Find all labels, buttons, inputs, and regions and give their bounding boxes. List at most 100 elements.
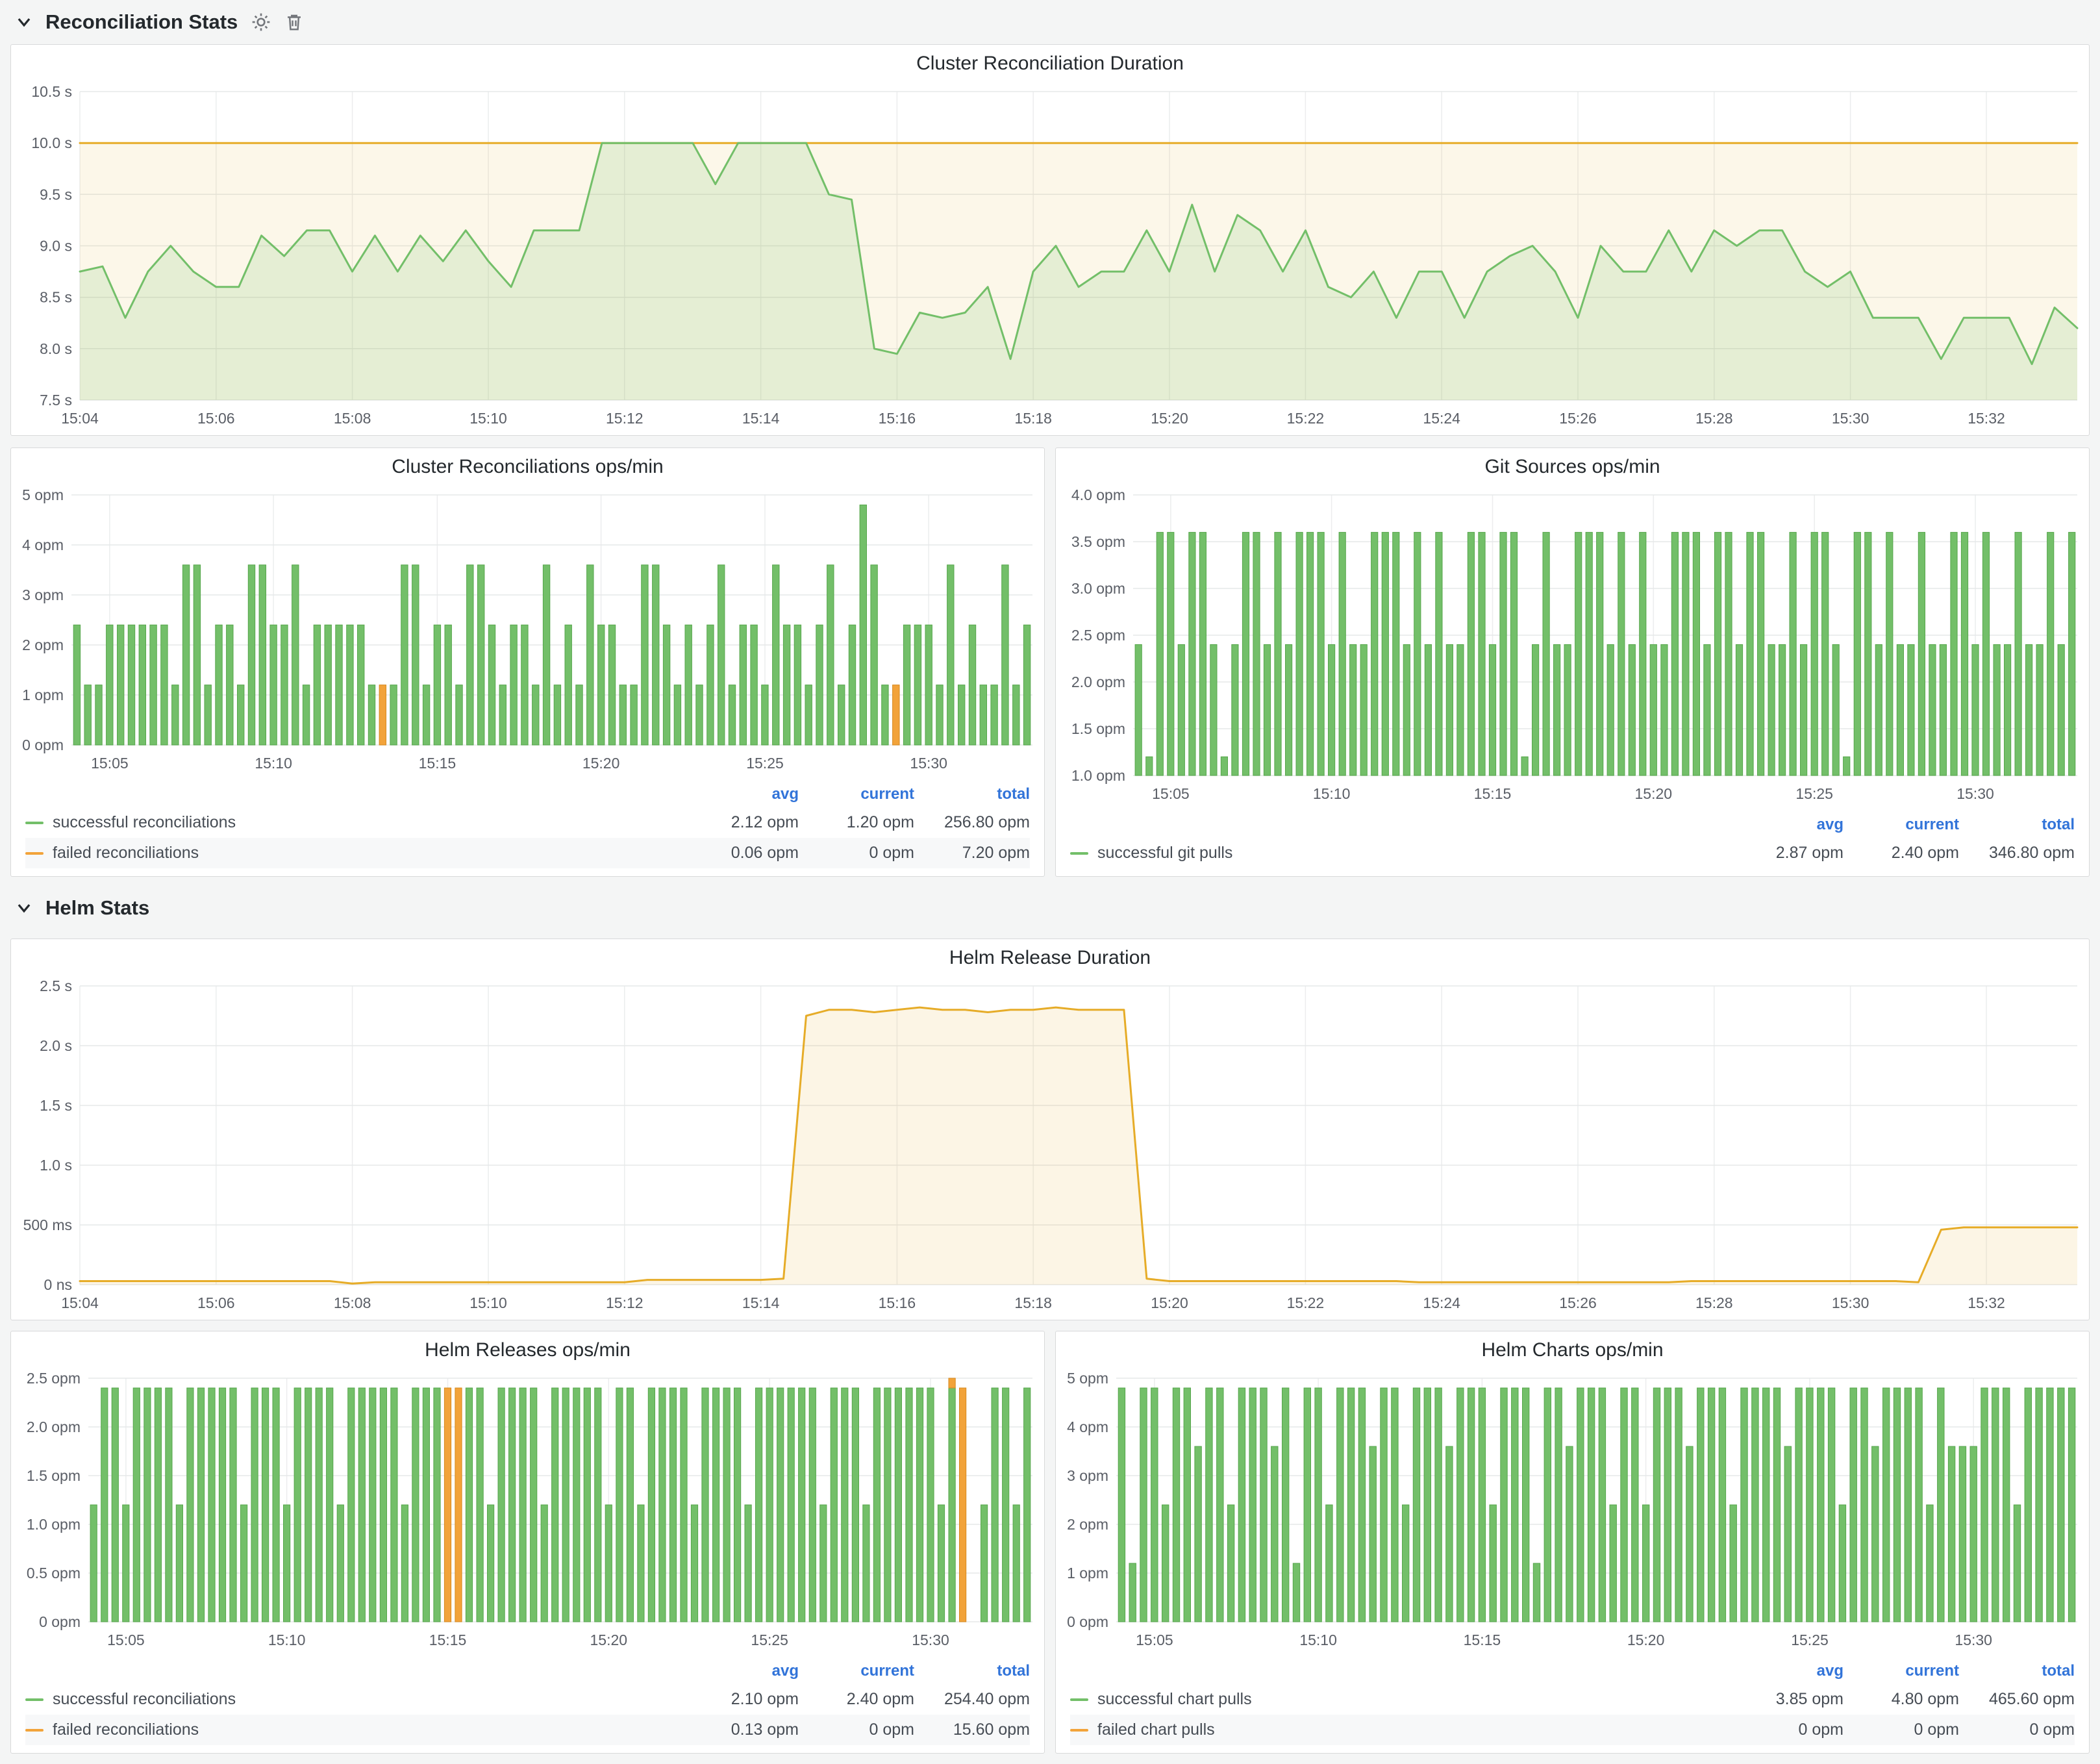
legend-col-current[interactable]: current [1844, 1662, 1959, 1680]
legend-col-total[interactable]: total [914, 1662, 1030, 1680]
gear-icon[interactable] [251, 12, 271, 32]
svg-text:15:25: 15:25 [1795, 785, 1833, 802]
chevron-down-icon[interactable] [16, 14, 32, 31]
svg-text:15:05: 15:05 [1152, 785, 1190, 802]
panel-title[interactable]: Cluster Reconciliation Duration [11, 45, 2089, 82]
series-color-mark [1070, 852, 1088, 855]
series-label[interactable]: successful reconciliations [53, 813, 236, 832]
legend-avg-value: 2.12 opm [683, 813, 799, 832]
legend-total-value: 0 opm [1959, 1720, 2075, 1739]
svg-text:2.5 opm: 2.5 opm [1071, 627, 1125, 644]
svg-text:15:15: 15:15 [1464, 1632, 1501, 1648]
legend-row: failed reconciliations 0.13 opm 0 opm 15… [25, 1715, 1030, 1745]
svg-text:15:20: 15:20 [590, 1632, 628, 1648]
legend-row: failed reconciliations 0.06 opm 0 opm 7.… [25, 838, 1030, 868]
row-header-helm-stats: Helm Stats [10, 877, 2090, 939]
svg-text:15:25: 15:25 [1791, 1632, 1829, 1648]
legend-header: avg current total [1070, 1658, 2075, 1684]
legend-col-current[interactable]: current [1844, 816, 1959, 834]
svg-text:15:25: 15:25 [751, 1632, 788, 1648]
row-header-reconciliation-stats: Reconciliation Stats [10, 0, 2090, 44]
panel-title[interactable]: Helm Charts ops/min [1056, 1331, 2089, 1369]
panel-title[interactable]: Helm Releases ops/min [11, 1331, 1044, 1369]
legend-col-avg[interactable]: avg [1728, 816, 1844, 834]
svg-text:10.5 s: 10.5 s [31, 83, 72, 100]
chart-git-sources-ops[interactable]: 15:0515:1015:1515:2015:2515:304.0 opm3.5… [1056, 486, 2089, 811]
svg-text:15:30: 15:30 [912, 1632, 949, 1648]
legend-col-total[interactable]: total [1959, 1662, 2075, 1680]
legend-current-value: 2.40 opm [1844, 844, 1959, 863]
svg-text:3 opm: 3 opm [1067, 1467, 1108, 1484]
legend-current-value: 0 opm [799, 844, 914, 863]
svg-text:0 ns: 0 ns [44, 1276, 72, 1293]
chart-cluster-reconciliations-ops[interactable]: 15:0515:1015:1515:2015:2515:305 opm4 opm… [11, 486, 1044, 780]
trash-icon[interactable] [284, 12, 304, 32]
legend-row: successful reconciliations 2.12 opm 1.20… [25, 807, 1030, 838]
svg-text:1.0 opm: 1.0 opm [27, 1516, 81, 1533]
legend-avg-value: 0.13 opm [683, 1720, 799, 1739]
svg-text:2.5 opm: 2.5 opm [27, 1370, 81, 1387]
chart-helm-releases-ops[interactable]: 15:0515:1015:1515:2015:2515:302.5 opm2.0… [11, 1369, 1044, 1657]
svg-text:15:10: 15:10 [255, 755, 292, 772]
svg-text:15:10: 15:10 [469, 410, 507, 427]
svg-text:15:16: 15:16 [879, 410, 916, 427]
chevron-down-icon[interactable] [16, 900, 32, 916]
panel-title[interactable]: Helm Release Duration [11, 939, 2089, 977]
panel-title[interactable]: Cluster Reconciliations ops/min [11, 448, 1044, 486]
legend-current-value: 2.40 opm [799, 1690, 914, 1709]
legend-col-current[interactable]: current [799, 785, 914, 803]
legend-current-value: 0 opm [1844, 1720, 1959, 1739]
legend-total-value: 465.60 opm [1959, 1690, 2075, 1709]
svg-text:15:28: 15:28 [1695, 1294, 1733, 1311]
svg-text:4 opm: 4 opm [22, 536, 64, 553]
svg-text:7.5 s: 7.5 s [40, 392, 72, 409]
legend-col-avg[interactable]: avg [683, 1662, 799, 1680]
series-label[interactable]: successful git pulls [1097, 844, 1232, 863]
series-label[interactable]: successful chart pulls [1097, 1690, 1252, 1709]
series-color-mark [1070, 1729, 1088, 1732]
svg-text:15:24: 15:24 [1423, 410, 1460, 427]
svg-text:15:04: 15:04 [61, 410, 99, 427]
svg-text:15:14: 15:14 [742, 1294, 780, 1311]
legend-col-total[interactable]: total [914, 785, 1030, 803]
svg-text:15:22: 15:22 [1287, 410, 1325, 427]
row-title[interactable]: Helm Stats [45, 896, 149, 920]
chart-helm-release-duration[interactable]: 15:0415:0615:0815:1015:1215:1415:1615:18… [11, 977, 2089, 1320]
svg-text:15:05: 15:05 [1136, 1632, 1173, 1648]
legend-col-avg[interactable]: avg [683, 785, 799, 803]
svg-text:15:32: 15:32 [1968, 1294, 2005, 1311]
svg-text:3 opm: 3 opm [22, 586, 64, 603]
panel-cluster-reconciliations-ops: Cluster Reconciliations ops/min 15:0515:… [10, 447, 1045, 877]
svg-text:15:10: 15:10 [469, 1294, 507, 1311]
legend-header: avg current total [1070, 812, 2075, 838]
svg-text:15:30: 15:30 [1832, 1294, 1869, 1311]
svg-text:0 opm: 0 opm [39, 1613, 81, 1630]
svg-text:15:15: 15:15 [429, 1632, 467, 1648]
series-color-mark [25, 1698, 44, 1701]
svg-text:15:30: 15:30 [1955, 1632, 1992, 1648]
svg-text:8.5 s: 8.5 s [40, 289, 72, 306]
svg-text:15:22: 15:22 [1287, 1294, 1325, 1311]
series-label[interactable]: failed chart pulls [1097, 1720, 1215, 1739]
svg-text:15:26: 15:26 [1559, 1294, 1597, 1311]
svg-text:15:18: 15:18 [1014, 1294, 1052, 1311]
series-label[interactable]: failed reconciliations [53, 844, 199, 863]
svg-text:15:12: 15:12 [606, 410, 644, 427]
svg-text:9.0 s: 9.0 s [40, 238, 72, 255]
legend-col-current[interactable]: current [799, 1662, 914, 1680]
chart-cluster-reconciliation-duration[interactable]: 15:0415:0615:0815:1015:1215:1415:1615:18… [11, 82, 2089, 435]
legend-col-total[interactable]: total [1959, 816, 2075, 834]
svg-text:2.0 opm: 2.0 opm [1071, 674, 1125, 690]
legend-col-avg[interactable]: avg [1728, 1662, 1844, 1680]
svg-text:2.5 s: 2.5 s [40, 977, 72, 994]
chart-helm-charts-ops[interactable]: 15:0515:1015:1515:2015:2515:305 opm4 opm… [1056, 1369, 2089, 1657]
svg-text:15:16: 15:16 [879, 1294, 916, 1311]
row-title[interactable]: Reconciliation Stats [45, 10, 238, 34]
svg-text:15:15: 15:15 [419, 755, 456, 772]
panel-title[interactable]: Git Sources ops/min [1056, 448, 2089, 486]
series-label[interactable]: successful reconciliations [53, 1690, 236, 1709]
svg-text:15:04: 15:04 [61, 1294, 99, 1311]
svg-text:2 opm: 2 opm [1067, 1516, 1108, 1533]
svg-text:10.0 s: 10.0 s [31, 134, 72, 151]
series-label[interactable]: failed reconciliations [53, 1720, 199, 1739]
